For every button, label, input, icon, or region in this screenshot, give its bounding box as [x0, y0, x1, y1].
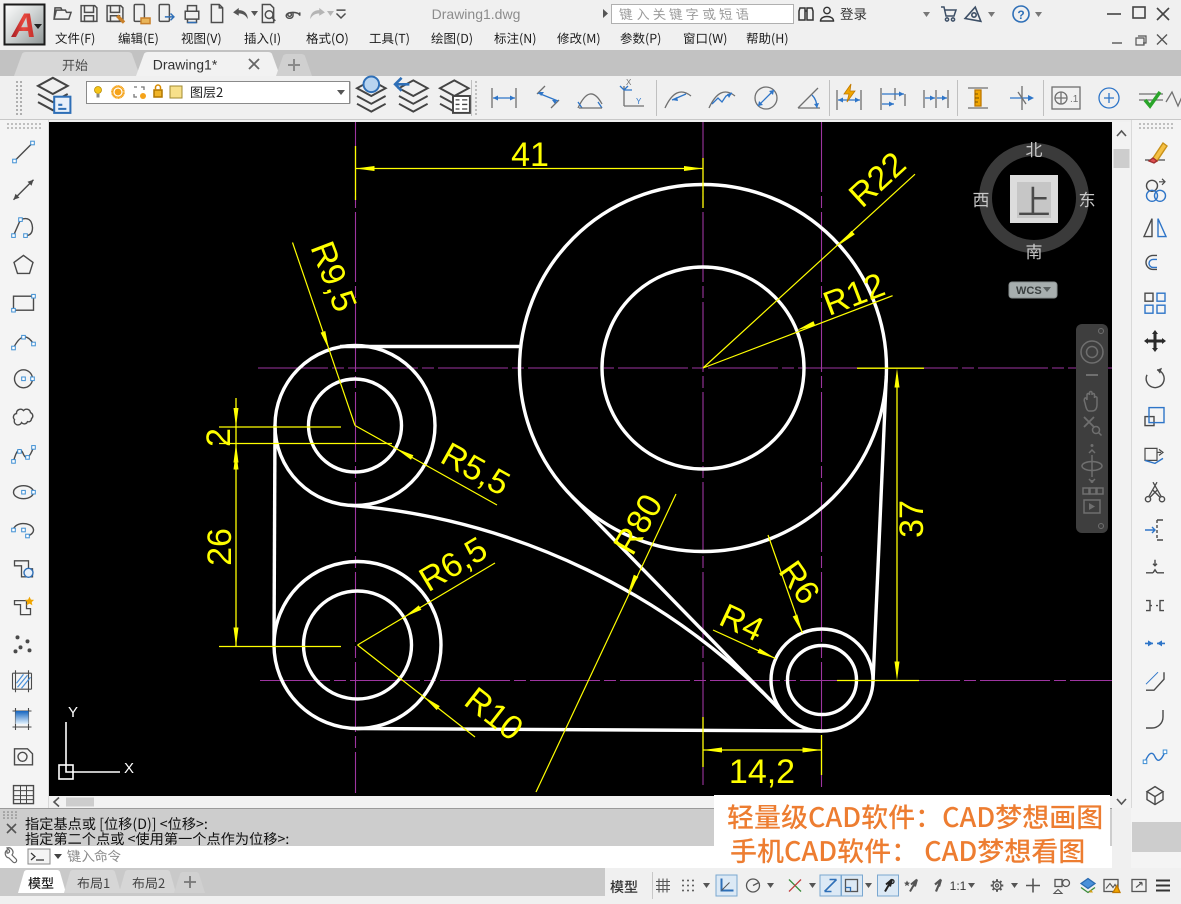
svg-text:Y: Y: [636, 97, 642, 106]
svg-text:X: X: [124, 760, 134, 777]
svg-text:A: A: [11, 7, 37, 45]
svg-text:41: 41: [511, 136, 549, 174]
svg-text:Drawing1.dwg: Drawing1.dwg: [432, 6, 521, 22]
svg-text:37: 37: [893, 500, 931, 538]
svg-text:.1: .1: [1070, 94, 1079, 105]
svg-text:X: X: [626, 78, 632, 87]
svg-text:WCS: WCS: [1016, 285, 1042, 297]
svg-text:2: 2: [200, 428, 238, 447]
svg-text:?: ?: [1017, 8, 1024, 22]
svg-text:Drawing1*: Drawing1*: [153, 57, 218, 73]
svg-text:Y: Y: [68, 704, 78, 721]
svg-text:26: 26: [201, 528, 239, 566]
svg-text:14,2: 14,2: [729, 753, 795, 791]
svg-text:1:1: 1:1: [950, 879, 967, 893]
